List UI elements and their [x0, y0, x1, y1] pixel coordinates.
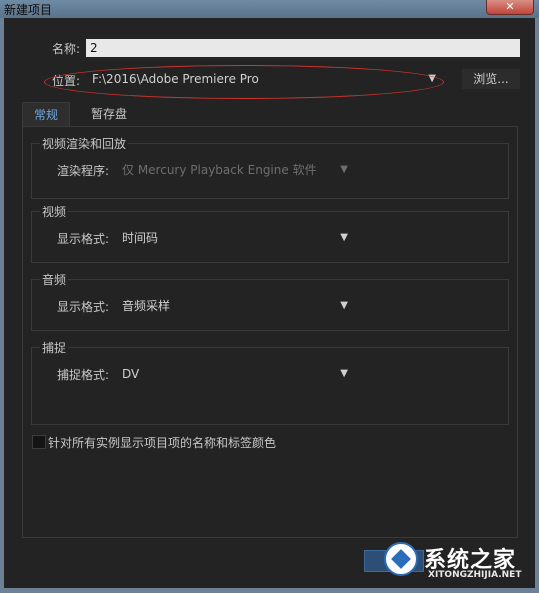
- tab-scratch-disks[interactable]: 暂存盘: [74, 102, 144, 126]
- audio-display-label: 显示格式:: [57, 300, 110, 314]
- window-frame-right: [535, 18, 539, 593]
- renderer-label: 渲染程序:: [57, 164, 110, 178]
- audio-group: 音频 显示格式: 音频采样 ▼: [31, 271, 509, 331]
- capture-format-select[interactable]: DV ▼: [116, 364, 356, 384]
- watermark-logo-icon: [384, 542, 418, 576]
- capture-group: 捕捉 捕捉格式: DV ▼: [31, 339, 509, 425]
- general-panel: 视频渲染和回放 渲染程序: 仅 Mercury Playback Engine …: [22, 126, 518, 538]
- capture-title: 捕捉: [40, 339, 69, 356]
- new-project-dialog: 名称: 位置: F:\2016\Adobe Premiere Pro ▼ 浏览.…: [4, 18, 535, 588]
- chevron-down-icon: ▼: [340, 164, 348, 175]
- chevron-down-icon: ▼: [340, 368, 348, 379]
- location-select[interactable]: F:\2016\Adobe Premiere Pro ▼: [86, 69, 444, 89]
- chevron-down-icon: ▼: [340, 300, 348, 311]
- audio-display-select[interactable]: 音频采样 ▼: [116, 296, 356, 316]
- name-input[interactable]: [86, 39, 520, 57]
- video-title: 视频: [40, 203, 69, 220]
- audio-title: 音频: [40, 271, 69, 288]
- renderer-value: 仅 Mercury Playback Engine 软件: [122, 163, 317, 177]
- location-value: F:\2016\Adobe Premiere Pro: [92, 72, 259, 86]
- close-button[interactable]: ✕: [486, 0, 534, 15]
- video-display-select[interactable]: 时间码 ▼: [116, 228, 356, 248]
- video-render-group: 视频渲染和回放 渲染程序: 仅 Mercury Playback Engine …: [31, 135, 509, 199]
- renderer-select[interactable]: 仅 Mercury Playback Engine 软件 ▼: [116, 160, 356, 180]
- video-display-label: 显示格式:: [57, 232, 110, 246]
- audio-display-value: 音频采样: [122, 299, 171, 313]
- watermark: 系统之家 XITONGZHIJIA.NET: [384, 540, 534, 586]
- capture-format-label: 捕捉格式:: [57, 368, 110, 382]
- show-label-colors-checkbox[interactable]: [32, 435, 46, 449]
- watermark-url: XITONGZHIJIA.NET: [428, 570, 522, 580]
- chevron-down-icon: ▼: [340, 232, 348, 243]
- name-label: 名称:: [52, 42, 81, 56]
- capture-format-value: DV: [122, 367, 140, 381]
- video-group: 视频 显示格式: 时间码 ▼: [31, 203, 509, 263]
- browse-button[interactable]: 浏览...: [462, 69, 520, 89]
- show-label-colors-label: 针对所有实例显示项目项的名称和标签颜色: [48, 436, 277, 450]
- video-display-value: 时间码: [122, 231, 159, 245]
- close-icon: ✕: [505, 0, 515, 13]
- tab-general[interactable]: 常规: [22, 102, 70, 127]
- video-render-title: 视频渲染和回放: [40, 135, 129, 152]
- chevron-down-icon: ▼: [428, 73, 436, 84]
- window-title: 新建项目: [4, 3, 53, 17]
- location-label: 位置:: [52, 74, 81, 88]
- title-bar: 新建项目 ✕: [0, 0, 539, 19]
- window-frame-bottom: [0, 588, 539, 593]
